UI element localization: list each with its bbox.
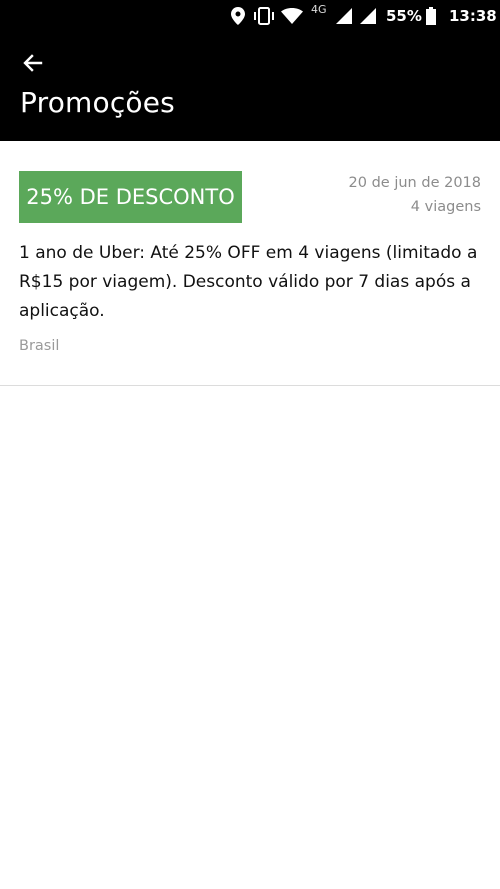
promotion-card[interactable]: 25% DE DESCONTO 20 de jun de 2018 4 viag… [0,141,500,386]
signal-icon [360,0,376,32]
location-icon [231,0,245,32]
promotion-country: Brasil [19,338,60,354]
promotion-description: 1 ano de Uber: Até 25% OFF em 4 viagens … [19,243,478,321]
page-title: Promoções [20,86,175,119]
battery-icon [426,0,436,32]
network-type: 4G [311,2,327,16]
battery-percent: 55% [386,7,422,25]
status-bar: 4G 55% 13:38 [0,0,500,32]
promotion-trips: 4 viagens [410,199,481,215]
promotion-date: 20 de jun de 2018 [348,175,481,191]
vibrate-icon [252,0,276,32]
app-header: Promoções [0,32,500,141]
signal-icon [336,0,352,32]
back-button[interactable] [20,50,46,76]
wifi-icon [281,0,303,32]
clock: 13:38 [449,7,497,25]
discount-badge: 25% DE DESCONTO [19,171,242,223]
arrow-left-icon [20,54,46,80]
